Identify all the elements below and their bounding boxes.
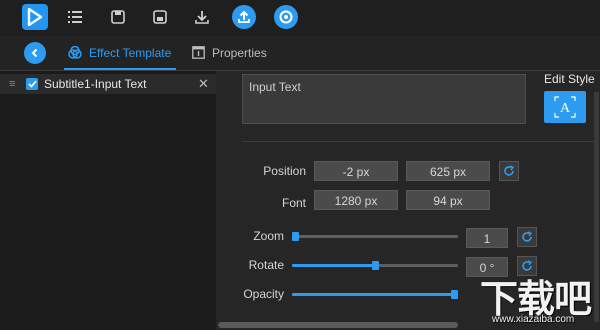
opacity-slider-thumb[interactable]	[451, 290, 458, 299]
position-y-field[interactable]: 625 px	[406, 161, 490, 181]
layer-list-panel	[0, 71, 216, 330]
save-icon[interactable]	[109, 8, 127, 26]
divider	[242, 141, 594, 142]
vertical-scrollbar[interactable]	[594, 92, 599, 322]
layer-label: Subtitle1-Input Text	[44, 77, 147, 91]
effect-template-icon	[68, 45, 82, 62]
record-camera-icon[interactable]	[274, 5, 298, 29]
export-upload-icon[interactable]	[232, 5, 256, 29]
tab-effect-template[interactable]: Effect Template	[89, 46, 171, 60]
zoom-slider-thumb[interactable]	[292, 232, 299, 241]
top-toolbar	[0, 0, 600, 36]
font-label: Font	[281, 196, 306, 210]
horizontal-scrollbar[interactable]	[218, 322, 458, 328]
rotate-slider-fill	[292, 264, 375, 267]
rotate-label: Rotate	[248, 258, 284, 272]
zoom-label: Zoom	[253, 229, 284, 243]
zoom-value-field[interactable]: 1	[466, 228, 508, 248]
download-icon[interactable]	[193, 8, 211, 26]
font-width-field[interactable]: 1280 px	[314, 190, 398, 210]
watermark-url: www.xiazaiba.com	[492, 314, 575, 325]
zoom-reset-button[interactable]	[517, 227, 537, 247]
back-button[interactable]	[24, 42, 46, 64]
edit-style-button[interactable]: A	[544, 91, 586, 123]
position-x-field[interactable]: -2 px	[314, 161, 398, 181]
opacity-label: Opacity	[243, 287, 284, 301]
opacity-slider-fill	[292, 293, 458, 296]
position-label: Position	[263, 164, 306, 178]
layer-checkbox[interactable]	[26, 78, 38, 90]
active-tab-indicator	[64, 68, 176, 70]
save-as-icon[interactable]	[151, 8, 169, 26]
font-height-field[interactable]: 94 px	[406, 190, 490, 210]
list-menu-icon[interactable]	[66, 8, 84, 26]
text-input-field[interactable]	[242, 74, 526, 124]
zoom-slider-track[interactable]	[292, 235, 458, 238]
app-logo-icon	[22, 4, 48, 30]
rotate-slider-thumb[interactable]	[371, 261, 379, 270]
tab-properties[interactable]: Properties	[212, 46, 267, 60]
close-icon[interactable]: ✕	[198, 76, 209, 92]
drag-handle-icon[interactable]: ≡	[9, 78, 15, 90]
properties-icon	[192, 46, 205, 62]
edit-style-label: Edit Style	[544, 72, 595, 86]
text-style-icon: A	[560, 101, 571, 116]
position-reset-button[interactable]	[499, 161, 519, 181]
